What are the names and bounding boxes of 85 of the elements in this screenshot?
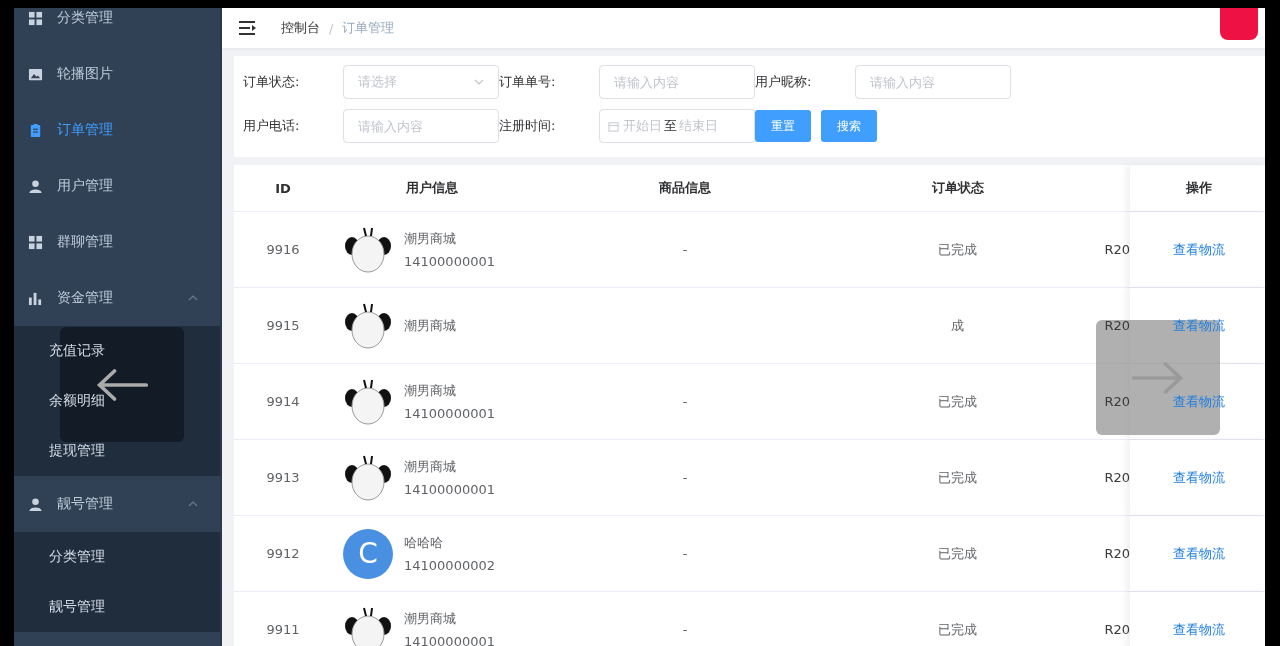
menu-label: 靓号管理 [57, 495, 114, 513]
submenu-item[interactable]: 提现管理 [49, 442, 105, 460]
table-cell: - [682, 470, 688, 485]
user-name: 潮男商城 [404, 610, 456, 628]
table-cell-text: 9915 [265, 317, 301, 335]
status-text: 已完成 [938, 544, 977, 563]
table-cell: - [682, 546, 688, 561]
column-header: ID [274, 179, 292, 198]
table-cell: R20 [1104, 394, 1130, 409]
user-phone: 14100000001 [404, 482, 495, 497]
sidebar-item[interactable]: 轮播图片 [14, 46, 220, 102]
table-cell-text: 9913 [265, 469, 301, 487]
sidebar-item[interactable]: 订单管理 [14, 102, 220, 158]
status-text: 已完成 [938, 392, 977, 411]
menu-label: 轮播图片 [57, 65, 114, 83]
filter-label: 订单状态: [243, 73, 301, 91]
input-field[interactable]: 请输入内容 [343, 109, 499, 143]
table-cell-text: 9914 [265, 393, 301, 411]
status-text: 已完成 [938, 240, 977, 259]
sidebar-item[interactable]: 靓号管理 [14, 476, 220, 532]
column-header: 操作 [1130, 165, 1265, 211]
user-phone: 14100000001 [404, 254, 495, 269]
user-phone: 14100000002 [404, 558, 495, 573]
user-phone: 14100000001 [404, 634, 495, 646]
table-cell: R20 [1104, 242, 1130, 257]
sidebar-item[interactable]: 分类管理 [14, 8, 220, 46]
view-logistics-link[interactable]: 查看物流 [1172, 544, 1225, 563]
filter-label: 注册时间: [499, 117, 557, 135]
bar-chart-icon [28, 290, 43, 306]
status-text: 已完成 [938, 468, 977, 487]
table-cell: - [682, 394, 688, 409]
table-cell: R20 [1104, 546, 1130, 561]
input-field[interactable]: 请输入内容 [599, 65, 755, 99]
menu-icon[interactable] [239, 21, 257, 35]
table-cell: R20 [1104, 318, 1130, 333]
status-text: 成 [951, 316, 964, 335]
table-cell-text: 9911 [265, 621, 301, 639]
grid-icon [28, 10, 43, 26]
grid-icon [28, 234, 43, 250]
view-logistics-link[interactable]: 查看物流 [1172, 240, 1225, 259]
user-name: 哈哈哈 [404, 534, 443, 552]
submenu-item[interactable]: 分类管理 [49, 548, 105, 566]
submenu-item[interactable]: 充值记录 [49, 342, 105, 360]
sidebar-item[interactable]: 用户管理 [14, 158, 220, 214]
filter-label: 用户昵称: [755, 73, 813, 91]
user-name: 潮男商城 [404, 382, 456, 400]
breadcrumb-item: 订单管理 [342, 19, 395, 37]
table-cell: - [682, 242, 688, 257]
menu-label: 群聊管理 [57, 233, 114, 251]
user-name: 潮男商城 [404, 458, 456, 476]
status-text: 已完成 [938, 620, 977, 639]
menu-label: 用户管理 [57, 177, 114, 195]
table-cell: - [682, 622, 688, 637]
clipboard-icon [28, 122, 43, 138]
table-cell: R20 [1104, 622, 1130, 637]
input-field[interactable]: 请输入内容 [855, 65, 1011, 99]
view-logistics-link[interactable]: 查看物流 [1172, 468, 1225, 487]
dropdown-caret-icon [474, 79, 484, 85]
breadcrumb-separator: / [329, 20, 334, 36]
menu-label: 订单管理 [57, 121, 114, 139]
calendar-icon [608, 120, 619, 132]
column-header: 商品信息 [658, 179, 712, 197]
column-header: 用户信息 [405, 179, 459, 197]
view-logistics-link[interactable]: 查看物流 [1172, 620, 1225, 639]
user-icon [28, 178, 43, 194]
breadcrumb-item[interactable]: 控制台 [281, 19, 320, 37]
user-phone: 14100000001 [404, 406, 495, 421]
menu-label: 资金管理 [57, 289, 114, 307]
image-icon [28, 66, 43, 82]
submenu-item[interactable]: 余额明细 [49, 392, 105, 410]
sidebar-item[interactable]: 资金管理 [14, 270, 220, 326]
menu-label: 分类管理 [57, 9, 114, 27]
sidebar-item[interactable]: 群聊管理 [14, 214, 220, 270]
table-cell: R20 [1104, 470, 1130, 485]
table-cell-text: 9916 [265, 241, 301, 259]
date-range-field[interactable]: 开始日 至结束日 [599, 109, 755, 143]
column-header: 订单状态 [930, 179, 985, 197]
user-icon [28, 496, 43, 512]
user-name: 潮男商城 [404, 230, 456, 248]
table-cell-text: 9912 [265, 545, 301, 563]
submenu-item[interactable]: 靓号管理 [49, 598, 105, 616]
avatar-circle: C [342, 527, 394, 580]
filter-label: 订单单号: [499, 73, 557, 91]
user-name: 潮男商城 [404, 316, 456, 335]
filter-label: 用户电话: [243, 117, 301, 135]
